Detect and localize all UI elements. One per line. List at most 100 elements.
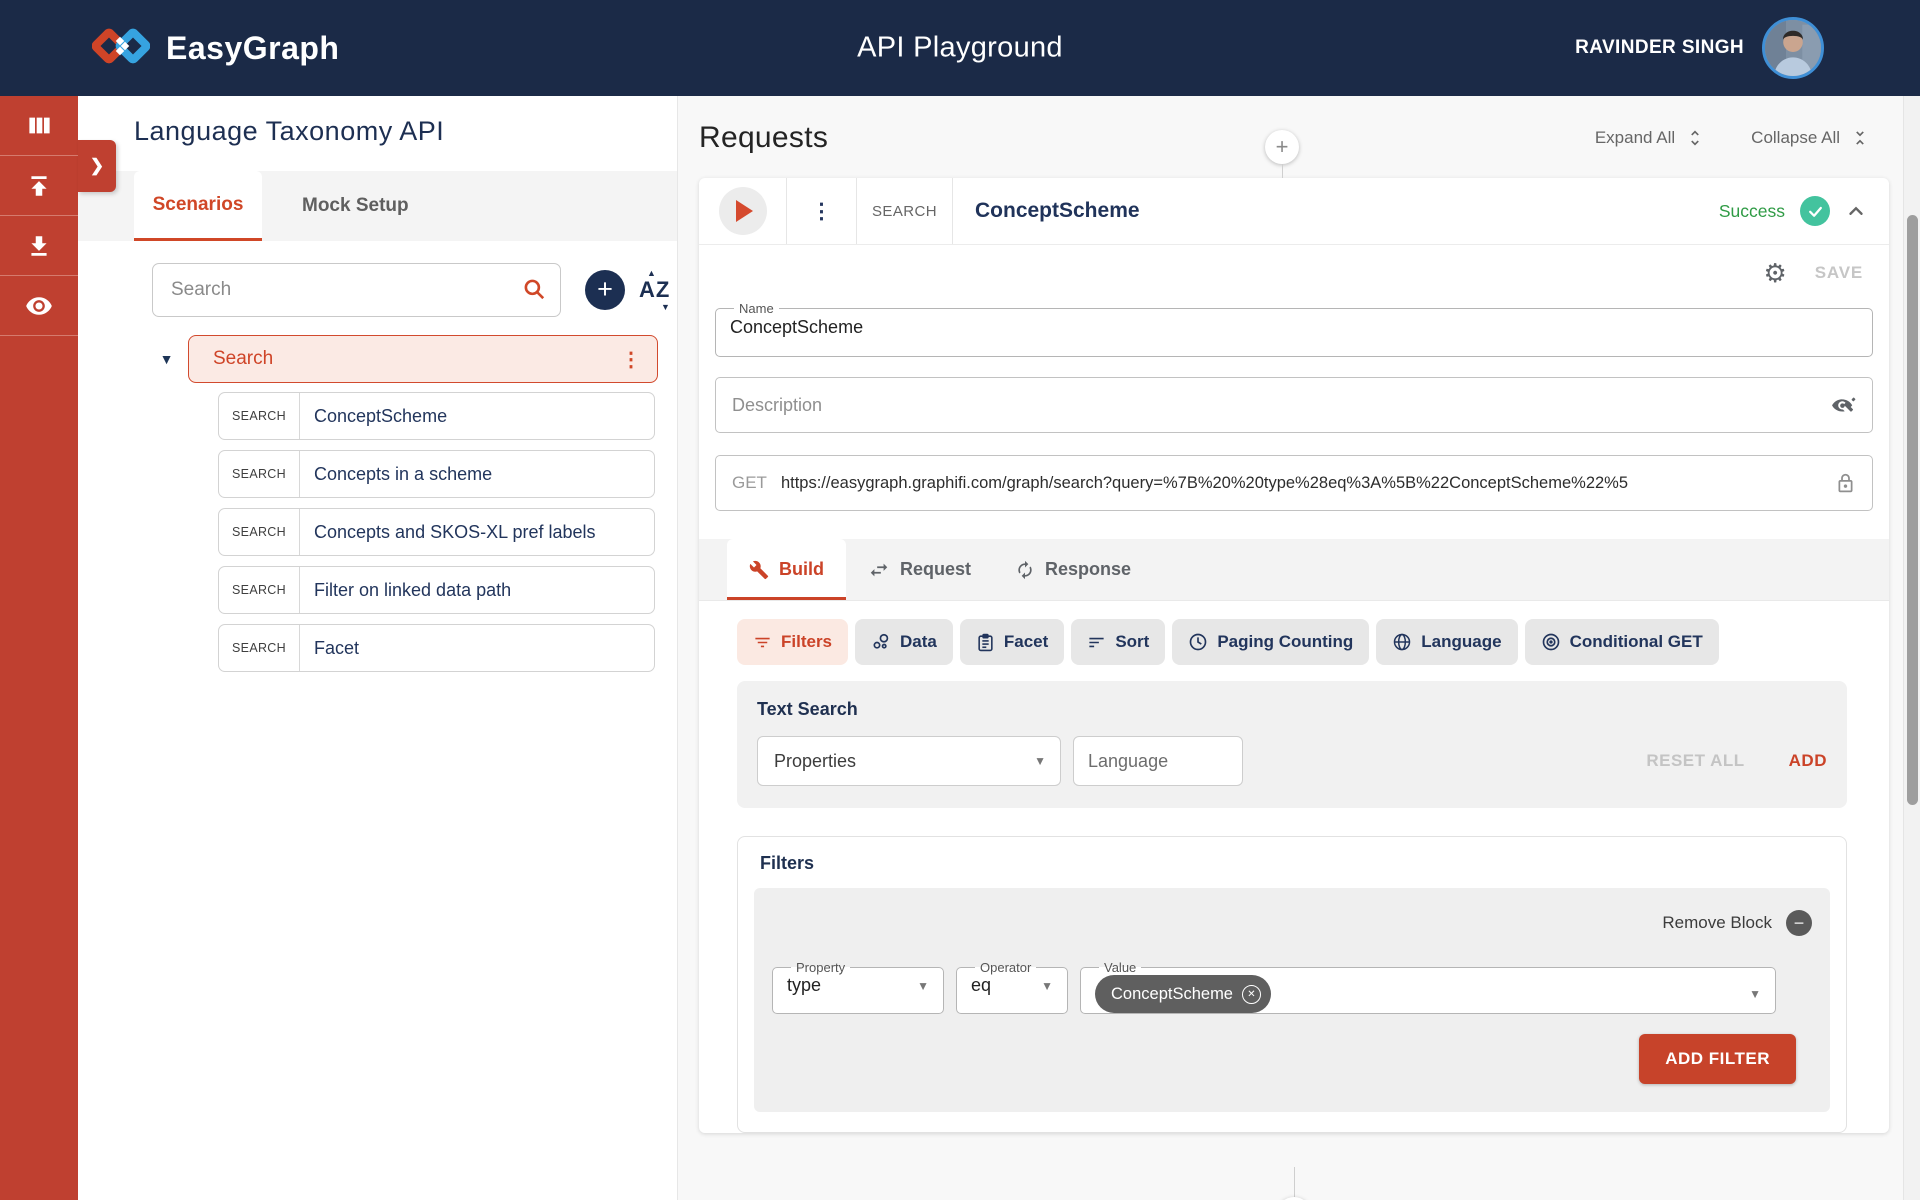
- build-section-chips: Filters Data Facet: [737, 619, 1847, 665]
- description-input[interactable]: [732, 395, 1830, 416]
- bubble-chart-icon: [871, 632, 891, 652]
- plus-icon[interactable]: +: [1265, 130, 1299, 164]
- tab-scenarios[interactable]: Scenarios: [134, 171, 262, 241]
- save-button[interactable]: SAVE: [1815, 263, 1863, 283]
- play-icon: [736, 200, 753, 222]
- tab-response[interactable]: Response: [993, 539, 1153, 600]
- panel-expand-handle[interactable]: ❯: [78, 140, 116, 192]
- filter-block: Remove Block − Property type ▼: [754, 888, 1830, 1112]
- user-menu[interactable]: RAVINDER SINGH: [1575, 17, 1824, 79]
- name-field-label: Name: [734, 301, 779, 316]
- chip-paging-counting[interactable]: Paging Counting: [1172, 619, 1369, 665]
- name-field: Name: [715, 301, 1873, 357]
- remove-block-button[interactable]: −: [1786, 910, 1812, 936]
- chip-conditional-get[interactable]: Conditional GET: [1525, 619, 1719, 665]
- scenario-item-facet[interactable]: SEARCH Facet: [218, 624, 655, 672]
- expand-all-button[interactable]: Expand All: [1595, 128, 1705, 148]
- run-request-button[interactable]: [719, 187, 767, 235]
- tab-build[interactable]: Build: [727, 539, 846, 600]
- sort-icon: [1087, 633, 1106, 652]
- value-multiselect[interactable]: Value ConceptScheme ✕ ▼: [1080, 960, 1776, 1014]
- reset-all-button[interactable]: RESET ALL: [1646, 751, 1744, 771]
- scenario-panel: Language Taxonomy API Scenarios Mock Set…: [78, 96, 678, 1200]
- text-search-title: Text Search: [757, 699, 1827, 720]
- collapse-card-chevron-icon[interactable]: [1845, 200, 1867, 222]
- chip-data[interactable]: Data: [855, 619, 953, 665]
- chevron-right-icon: ❯: [90, 156, 104, 176]
- panel-tabs: Scenarios Mock Setup: [78, 171, 677, 241]
- text-search-section: Text Search Properties ▼ RESET ALL ADD: [737, 681, 1847, 808]
- tab-request[interactable]: Request: [846, 539, 993, 600]
- scrollbar-thumb[interactable]: [1907, 215, 1918, 805]
- add-filter-button[interactable]: ADD FILTER: [1639, 1034, 1796, 1084]
- easygraph-app: EasyGraph API Playground RAVINDER SINGH: [0, 0, 1920, 1200]
- insert-request-below: +: [699, 1167, 1889, 1200]
- request-toolbar: ⚙ SAVE: [699, 245, 1889, 301]
- scenario-item-linked-data-path[interactable]: SEARCH Filter on linked data path: [218, 566, 655, 614]
- request-card-conceptscheme: ⋮ SEARCH ConceptScheme Success: [699, 178, 1889, 1133]
- request-card-header: ⋮ SEARCH ConceptScheme Success: [699, 178, 1889, 245]
- sort-alphabetical-icon[interactable]: AZ ▲ ▼: [639, 277, 670, 303]
- refresh-icon: [1015, 560, 1035, 580]
- property-select[interactable]: Property type ▼: [772, 960, 944, 1014]
- properties-select[interactable]: Properties ▼: [757, 736, 1061, 786]
- lock-icon: [1835, 473, 1856, 494]
- add-scenario-button[interactable]: +: [585, 270, 625, 310]
- request-kebab-menu[interactable]: ⋮: [787, 178, 857, 244]
- requests-title: Requests: [699, 121, 828, 155]
- scenario-search-row: + AZ ▲ ▼: [152, 263, 677, 317]
- scenario-item-skosxl-labels[interactable]: SEARCH Concepts and SKOS-XL pref labels: [218, 508, 655, 556]
- swap-arrows-icon: [868, 559, 890, 581]
- request-title: ConceptScheme: [975, 199, 1140, 223]
- upload-icon[interactable]: [0, 156, 78, 216]
- kebab-menu-icon[interactable]: ⋮: [621, 347, 641, 372]
- chip-language[interactable]: Language: [1376, 619, 1517, 665]
- tree-collapse-caret-icon[interactable]: ▼: [145, 351, 188, 367]
- search-icon: [521, 276, 547, 307]
- scenario-item-concepts-in-scheme[interactable]: SEARCH Concepts in a scheme: [218, 450, 655, 498]
- scenario-tree: ▼ Search ⋮ SEARCH ConceptScheme SEARCH C…: [78, 335, 677, 672]
- minus-icon: −: [1794, 914, 1805, 932]
- request-view-tabs: Build Request Response: [699, 539, 1889, 601]
- name-input[interactable]: [730, 316, 1858, 348]
- http-method: GET: [732, 473, 767, 493]
- eye-icon[interactable]: [0, 276, 78, 336]
- avatar[interactable]: [1762, 17, 1824, 79]
- tree-group-search[interactable]: Search ⋮: [188, 335, 658, 383]
- clock-icon: [1188, 632, 1208, 652]
- easygraph-logo-icon: [92, 23, 150, 74]
- filters-section: Filters Remove Block − Property: [737, 836, 1847, 1133]
- api-title: Language Taxonomy API: [134, 116, 677, 147]
- status-label: Success: [1719, 201, 1785, 222]
- add-text-search-button[interactable]: ADD: [1789, 751, 1827, 771]
- scenario-search-input[interactable]: [152, 263, 561, 317]
- download-icon[interactable]: [0, 216, 78, 276]
- description-field: [715, 377, 1873, 433]
- language-input[interactable]: [1073, 736, 1243, 786]
- remove-chip-icon[interactable]: ✕: [1242, 985, 1261, 1004]
- insert-request-above: +: [1265, 130, 1299, 178]
- operator-select[interactable]: Operator eq ▼: [956, 960, 1068, 1014]
- plus-icon: +: [597, 276, 613, 303]
- value-chip: ConceptScheme ✕: [1095, 975, 1271, 1013]
- tab-mock-setup[interactable]: Mock Setup: [292, 171, 419, 241]
- filter-icon: [753, 633, 772, 652]
- unfold-more-icon: [1685, 128, 1705, 148]
- settings-gear-icon[interactable]: ⚙: [1763, 260, 1786, 286]
- apps-grid-icon[interactable]: [0, 96, 78, 156]
- request-url-field[interactable]: GET https://easygraph.graphifi.com/graph…: [715, 455, 1873, 511]
- filters-title: Filters: [760, 853, 1830, 874]
- scenario-item-conceptscheme[interactable]: SEARCH ConceptScheme: [218, 392, 655, 440]
- preview-edit-icon[interactable]: [1830, 392, 1856, 418]
- chevron-down-icon: ▼: [917, 979, 929, 993]
- chevron-down-icon: ▼: [1041, 979, 1053, 993]
- brand-name: EasyGraph: [166, 30, 339, 67]
- globe-icon: [1392, 632, 1412, 652]
- top-navbar: EasyGraph API Playground RAVINDER SINGH: [0, 0, 1920, 96]
- chip-filters[interactable]: Filters: [737, 619, 848, 665]
- chip-facet[interactable]: Facet: [960, 619, 1064, 665]
- collapse-all-button[interactable]: Collapse All: [1751, 128, 1870, 148]
- brand[interactable]: EasyGraph: [92, 23, 339, 74]
- chip-sort[interactable]: Sort: [1071, 619, 1165, 665]
- chevron-down-icon: ▼: [1749, 987, 1761, 1001]
